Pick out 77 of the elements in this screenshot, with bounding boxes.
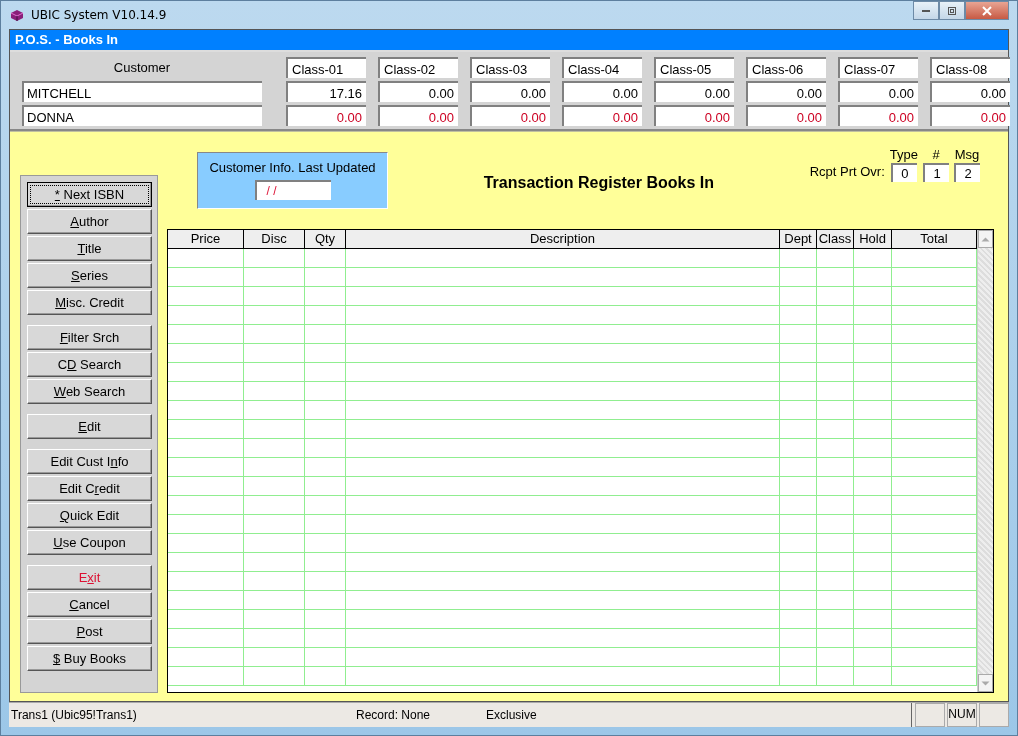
scroll-up-arrow-icon <box>981 236 990 242</box>
column-header[interactable]: Hold <box>854 230 892 248</box>
command-button[interactable]: Title <box>27 236 152 261</box>
class-amount-field[interactable]: 0.00 <box>654 81 734 102</box>
class-amount-field[interactable]: 0.00 <box>470 81 550 102</box>
vertical-scrollbar[interactable] <box>977 230 993 692</box>
register-title: Transaction Register Books In <box>482 174 715 192</box>
command-button[interactable]: Series <box>27 263 152 288</box>
command-button[interactable]: * Next ISBN <box>27 182 152 207</box>
class-amount-field[interactable]: 0.00 <box>746 81 826 102</box>
class-amount-field[interactable]: 0.00 <box>562 105 642 126</box>
class-amount-field[interactable]: 0.00 <box>654 105 734 126</box>
command-button[interactable]: Edit Cust Info <box>27 449 152 474</box>
command-button[interactable]: Filter Srch <box>27 325 152 350</box>
command-button[interactable]: Cancel <box>27 592 152 617</box>
status-mode: Exclusive <box>486 708 538 722</box>
column-header[interactable]: Description <box>346 230 780 248</box>
minimize-button[interactable] <box>913 1 939 20</box>
receipt-field[interactable]: 0 <box>890 163 917 182</box>
window-title: UBIC System V10.14.9 <box>31 8 167 22</box>
command-button[interactable]: Use Coupon <box>27 530 152 555</box>
command-button[interactable]: $ Buy Books <box>27 646 152 671</box>
command-button[interactable]: Exit <box>27 565 152 590</box>
class-amount-field[interactable]: 0.00 <box>378 105 458 126</box>
command-button[interactable]: Edit Credit <box>27 476 152 501</box>
receipt-field-heading: Msg <box>954 147 980 162</box>
class-heading: Class-04 <box>562 57 642 78</box>
class-amount-field[interactable]: 0.00 <box>838 105 918 126</box>
command-button[interactable]: CD Search <box>27 352 152 377</box>
status-table-name: Trans1 (Ubic95!Trans1) <box>10 708 138 722</box>
class-amount-field[interactable]: 0.00 <box>930 81 1010 102</box>
class-amount-field[interactable]: 0.00 <box>562 81 642 102</box>
column-header[interactable]: Class <box>817 230 854 248</box>
column-header[interactable]: Dept <box>780 230 817 248</box>
class-amount-field[interactable]: 0.00 <box>378 81 458 102</box>
status-record: Record: None <box>356 708 432 722</box>
class-amount-field[interactable]: 17.16 <box>286 81 366 102</box>
receipt-field[interactable]: 2 <box>954 163 980 182</box>
command-button[interactable]: Misc. Credit <box>27 290 152 315</box>
class-heading: Class-05 <box>654 57 734 78</box>
minimize-icon <box>922 9 930 12</box>
class-heading: Class-01 <box>286 57 366 78</box>
last-updated-field[interactable]: / / <box>254 180 331 200</box>
maximize-icon <box>947 5 957 16</box>
close-icon <box>981 5 993 16</box>
command-button[interactable]: Web Search <box>27 379 152 404</box>
receipt-field-heading: # <box>932 147 940 162</box>
customer-info-label: Customer Info. Last Updated <box>209 160 376 175</box>
command-button[interactable]: Edit <box>27 414 152 439</box>
class-heading: Class-07 <box>838 57 918 78</box>
class-heading: Class-02 <box>378 57 458 78</box>
maximize-button[interactable] <box>939 1 965 20</box>
class-amount-field[interactable]: 0.00 <box>470 105 550 126</box>
receipt-override-label: Rcpt Prt Ovr: <box>809 164 885 179</box>
class-heading: Class-03 <box>470 57 550 78</box>
customer-name-field[interactable]: MITCHELL <box>22 81 262 102</box>
customer-label: Customer <box>112 60 172 75</box>
customer-name-field[interactable]: DONNA <box>22 105 262 126</box>
class-amount-field[interactable]: 0.00 <box>286 105 366 126</box>
class-amount-field[interactable]: 0.00 <box>746 105 826 126</box>
class-amount-field[interactable]: 0.00 <box>838 81 918 102</box>
receipt-field-heading: Type <box>889 147 918 162</box>
app-books-icon <box>9 7 25 23</box>
command-button[interactable]: Author <box>27 209 152 234</box>
column-header[interactable]: Price <box>168 230 244 248</box>
column-header[interactable]: Disc <box>244 230 305 248</box>
scroll-down-arrow-icon <box>981 680 990 686</box>
receipt-field[interactable]: 1 <box>923 163 949 182</box>
command-button[interactable]: Post <box>27 619 152 644</box>
column-header[interactable]: Qty <box>305 230 346 248</box>
class-heading: Class-08 <box>930 57 1010 78</box>
class-heading: Class-06 <box>746 57 826 78</box>
close-button[interactable] <box>965 1 1009 20</box>
num-lock-indicator: NUM <box>947 703 977 727</box>
command-button[interactable]: Quick Edit <box>27 503 152 528</box>
form-title: P.O.S. - Books In <box>10 30 1008 52</box>
class-amount-field[interactable]: 0.00 <box>930 105 1010 126</box>
